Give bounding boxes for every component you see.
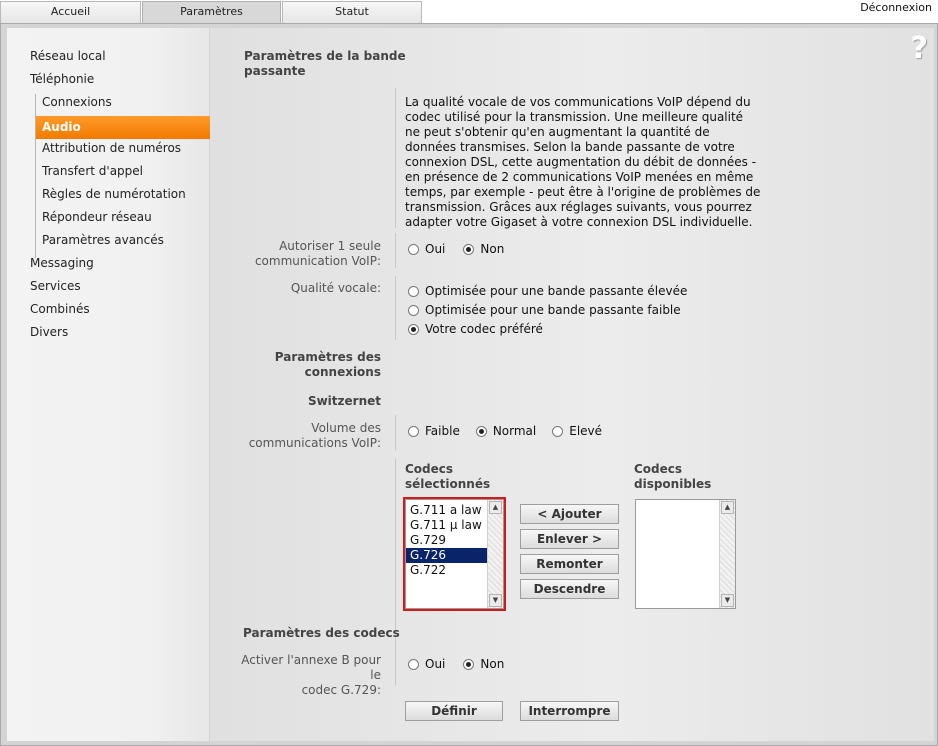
logout-link[interactable]: Déconnexion [860, 0, 932, 16]
quality-preferred-label[interactable]: Votre codec préféré [425, 322, 543, 336]
annexb-label: Activer l'annexe B pour le codec G.729: [241, 653, 381, 697]
list-scrollbar[interactable]: ▲ ▼ [719, 500, 735, 608]
divider [395, 648, 396, 686]
allow-one-non-label[interactable]: Non [480, 242, 504, 256]
sidebar: Réseau local Téléphonie Connexions Audio… [7, 28, 217, 741]
sidebar-item-reseau-local[interactable]: Réseau local [30, 48, 106, 64]
scroll-up-icon[interactable]: ▲ [721, 501, 734, 514]
sidebar-item-repondeur[interactable]: Répondeur réseau [42, 209, 152, 225]
volume-faible-radio[interactable] [408, 425, 419, 437]
annexb-oui-label[interactable]: Oui [425, 657, 445, 671]
annexb-oui-radio[interactable] [408, 658, 419, 670]
sidebar-item-audio[interactable]: Audio [36, 116, 217, 139]
selected-codecs-list[interactable]: G.711 a law G.711 µ law G.729 G.726 G.72… [403, 497, 506, 611]
scroll-down-icon[interactable]: ▼ [489, 594, 502, 607]
quality-low-label[interactable]: Optimisée pour une bande passante faible [425, 303, 681, 317]
help-icon[interactable]: ? [911, 32, 928, 66]
tab-statut[interactable]: Statut [282, 1, 422, 23]
divider [395, 276, 396, 340]
content-panel: ? Paramètres de la bande passante La qua… [210, 28, 934, 741]
intro-text: La qualité vocale de vos communications … [405, 95, 761, 229]
volume-normal-radio[interactable] [475, 425, 487, 437]
allow-one-options: Oui Non [408, 242, 522, 256]
allow-one-oui-label[interactable]: Oui [425, 242, 445, 256]
volume-options: Faible Normal Elevé [408, 424, 620, 438]
tab-parametres[interactable]: Paramètres [142, 1, 281, 25]
codecs-selected-header: Codecs sélectionnés [405, 462, 491, 491]
annexb-non-label[interactable]: Non [480, 657, 504, 671]
sidebar-item-divers[interactable]: Divers [30, 324, 68, 340]
remove-codec-button[interactable]: Enlever > [520, 529, 619, 549]
sidebar-item-avances[interactable]: Paramètres avancés [42, 232, 164, 248]
move-up-button[interactable]: Remonter [520, 554, 619, 574]
quality-preferred-radio[interactable] [408, 323, 419, 335]
quality-option-low: Optimisée pour une bande passante faible [408, 303, 699, 317]
divider [395, 415, 396, 450]
main-frame: Réseau local Téléphonie Connexions Audio… [0, 23, 938, 746]
bandwidth-title: Paramètres de la bande passante [244, 49, 406, 78]
volume-eleve-label[interactable]: Elevé [569, 424, 602, 438]
volume-eleve-radio[interactable] [552, 425, 564, 437]
sidebar-item-transfert[interactable]: Transfert d'appel [42, 163, 143, 179]
quality-high-radio[interactable] [408, 285, 419, 297]
sidebar-item-services[interactable]: Services [30, 278, 81, 294]
available-codecs-list[interactable]: ▲ ▼ [635, 499, 736, 609]
volume-faible-label[interactable]: Faible [425, 424, 460, 438]
move-down-button[interactable]: Descendre [520, 579, 619, 599]
list-item[interactable]: G.722 [406, 563, 488, 578]
allow-one-non-radio[interactable] [463, 243, 475, 255]
scroll-up-icon[interactable]: ▲ [489, 501, 502, 514]
divider [395, 458, 396, 648]
divider [395, 233, 396, 268]
annexb-options: Oui Non [408, 657, 522, 671]
sidebar-item-combines[interactable]: Combinés [30, 301, 90, 317]
annexb-non-radio[interactable] [463, 658, 475, 670]
sidebar-item-connexions[interactable]: Connexions [42, 94, 112, 110]
top-tabbar: Accueil Paramètres Statut Déconnexion [0, 0, 938, 25]
sidebar-item-attribution[interactable]: Attribution de numéros [42, 140, 181, 156]
connections-title: Paramètres des connexions [274, 350, 381, 379]
list-item[interactable]: G.711 µ law [406, 518, 488, 533]
volume-normal-label[interactable]: Normal [493, 424, 536, 438]
quality-low-radio[interactable] [408, 304, 419, 316]
scroll-down-icon[interactable]: ▼ [721, 594, 734, 607]
volume-label: Volume des communications VoIP: [248, 421, 381, 450]
list-scrollbar[interactable]: ▲ ▼ [487, 500, 503, 608]
cancel-button[interactable]: Interrompre [520, 701, 619, 721]
list-item-selected[interactable]: G.726 [406, 548, 487, 563]
list-item[interactable]: G.711 a law [406, 503, 488, 518]
divider [395, 88, 396, 228]
list-item[interactable]: G.729 [406, 533, 488, 548]
allow-one-oui-radio[interactable] [408, 243, 419, 255]
codecs-available-header: Codecs disponibles [634, 462, 712, 491]
quality-option-high: Optimisée pour une bande passante élevée [408, 284, 705, 298]
tab-accueil[interactable]: Accueil [0, 1, 141, 23]
define-button[interactable]: Définir [405, 701, 503, 721]
allow-one-label: Autoriser 1 seule communication VoIP: [254, 239, 381, 268]
sidebar-item-messaging[interactable]: Messaging [30, 255, 94, 271]
quality-option-preferred: Votre codec préféré [408, 322, 561, 336]
codec-params-title: Paramètres des codecs [243, 626, 400, 640]
sidebar-item-telephonie[interactable]: Téléphonie [30, 71, 94, 87]
add-codec-button[interactable]: < Ajouter [520, 504, 619, 524]
provider-name: Switzernet [307, 394, 381, 408]
quality-high-label[interactable]: Optimisée pour une bande passante élevée [425, 284, 687, 298]
sidebar-item-regles[interactable]: Règles de numérotation [42, 186, 186, 202]
quality-label: Qualité vocale: [290, 281, 381, 295]
